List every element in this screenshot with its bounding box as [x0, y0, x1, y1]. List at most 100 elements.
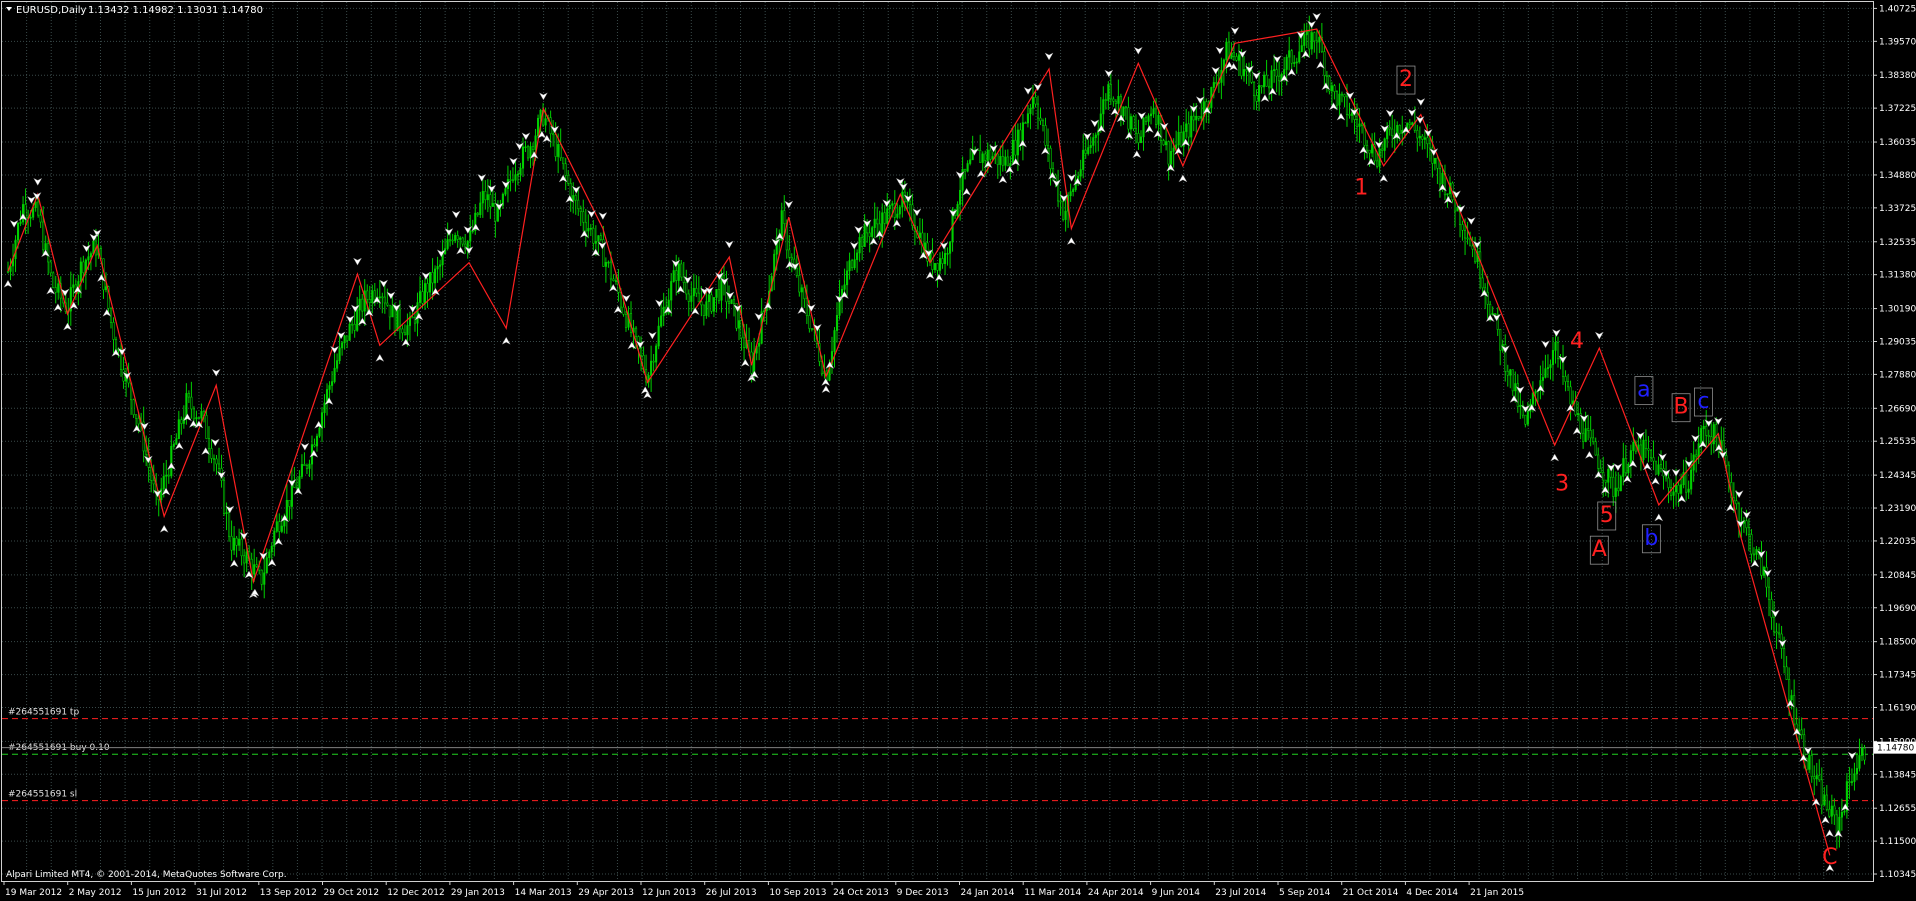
candle-body: [1333, 85, 1336, 92]
candle-body: [1102, 99, 1105, 115]
candle-body: [381, 296, 384, 299]
candle-body: [1765, 566, 1768, 588]
y-tick-label: 1.12655: [1879, 804, 1916, 814]
candle-body: [225, 512, 228, 514]
candle-body: [1011, 139, 1014, 164]
candle-body: [1147, 115, 1150, 122]
candle-body: [418, 291, 422, 303]
candle-body: [1531, 392, 1534, 405]
candle-body: [1850, 781, 1853, 783]
x-tick-label: 12 Dec 2012: [387, 888, 445, 898]
candle-body: [331, 381, 334, 386]
candle-body: [705, 301, 708, 316]
candle-body: [835, 315, 839, 331]
candle-body: [1162, 140, 1165, 146]
candle-body: [552, 133, 555, 136]
candle-body: [200, 411, 203, 419]
x-tick-label: 15 Jun 2012: [132, 888, 186, 898]
candle-body: [135, 414, 138, 419]
candle-body: [1818, 775, 1821, 781]
candle-body: [1469, 238, 1472, 247]
candle-body: [1132, 116, 1135, 130]
y-tick-label: 1.22035: [1879, 537, 1916, 547]
candle-body: [1315, 40, 1318, 43]
candle-body: [230, 535, 233, 551]
candle-body: [1303, 34, 1306, 46]
candle-body: [1677, 484, 1680, 494]
candle-body: [1192, 115, 1195, 121]
x-tick-label: 2 May 2012: [69, 888, 122, 898]
candle-body: [270, 546, 273, 553]
candle-body: [1082, 149, 1085, 170]
x-tick-label: 29 Apr 2013: [578, 888, 634, 898]
candle-body: [185, 393, 188, 419]
candle-body: [175, 438, 178, 445]
x-tick-label: 24 Oct 2013: [833, 888, 889, 898]
candle-body: [592, 227, 595, 244]
candle-body: [1250, 70, 1253, 83]
y-tick-label: 1.33725: [1879, 204, 1916, 214]
candle-body: [1675, 484, 1678, 493]
candle-body: [587, 228, 590, 232]
candle-body: [657, 325, 660, 347]
candle-body: [1418, 135, 1421, 139]
candle-body: [491, 203, 494, 207]
candle-body: [192, 408, 195, 420]
candle-body: [1808, 755, 1811, 770]
candle-body: [300, 464, 303, 477]
candle-body: [1242, 69, 1246, 77]
candle-body: [1046, 145, 1050, 149]
candle-body: [333, 367, 336, 382]
candle-body: [984, 153, 987, 161]
price-chart[interactable]: #264551691 tp #264551691 buy 0.10 #2645516…: [0, 0, 1916, 901]
candle-body: [228, 512, 231, 537]
candle-body: [1134, 128, 1138, 134]
candle-body: [1657, 464, 1660, 475]
candle-body: [1778, 632, 1781, 635]
candle-body: [883, 212, 886, 224]
candle-body: [1265, 74, 1268, 87]
candle-body: [1775, 631, 1778, 634]
candle-body: [426, 283, 429, 293]
candle-body: [1177, 131, 1180, 146]
candle-body: [1245, 69, 1248, 72]
candle-body: [730, 299, 733, 304]
candle-body: [1310, 32, 1313, 50]
candle-body: [941, 258, 944, 265]
candle-body: [634, 327, 638, 337]
candle-body: [190, 396, 193, 410]
candle-body: [1026, 113, 1029, 124]
candle-body: [1350, 112, 1354, 116]
candle-body: [1024, 122, 1027, 124]
x-tick-label: 13 Sep 2012: [260, 888, 317, 898]
candle-body: [1094, 134, 1097, 138]
x-tick-label: 5 Sep 2014: [1279, 888, 1331, 898]
candle-body: [1016, 129, 1019, 156]
candle-body: [579, 208, 582, 212]
candle-body: [353, 323, 356, 331]
candle-body: [1079, 169, 1082, 177]
x-tick-label: 14 Mar 2013: [515, 888, 572, 898]
candle-body: [577, 199, 580, 210]
candle-body: [1624, 458, 1627, 474]
candle-body: [1044, 125, 1047, 146]
candle-body: [315, 435, 319, 447]
candle-body: [1175, 144, 1178, 149]
candle-body: [87, 256, 90, 261]
candle-body: [758, 342, 761, 347]
candle-body: [1313, 32, 1316, 42]
candle-body: [413, 316, 417, 324]
candle-body: [582, 211, 585, 223]
candle-body: [386, 302, 389, 306]
candle-body: [1479, 251, 1482, 279]
candle-body: [891, 203, 894, 206]
candle-body: [529, 146, 532, 159]
candle-body: [79, 261, 82, 282]
candle-body: [622, 306, 625, 315]
candle-body: [481, 191, 484, 204]
candle-body: [1157, 115, 1160, 125]
candle-body: [24, 204, 27, 218]
candle-body: [846, 270, 849, 286]
y-tick-label: 1.24345: [1879, 471, 1916, 481]
candle-body: [1345, 96, 1349, 115]
